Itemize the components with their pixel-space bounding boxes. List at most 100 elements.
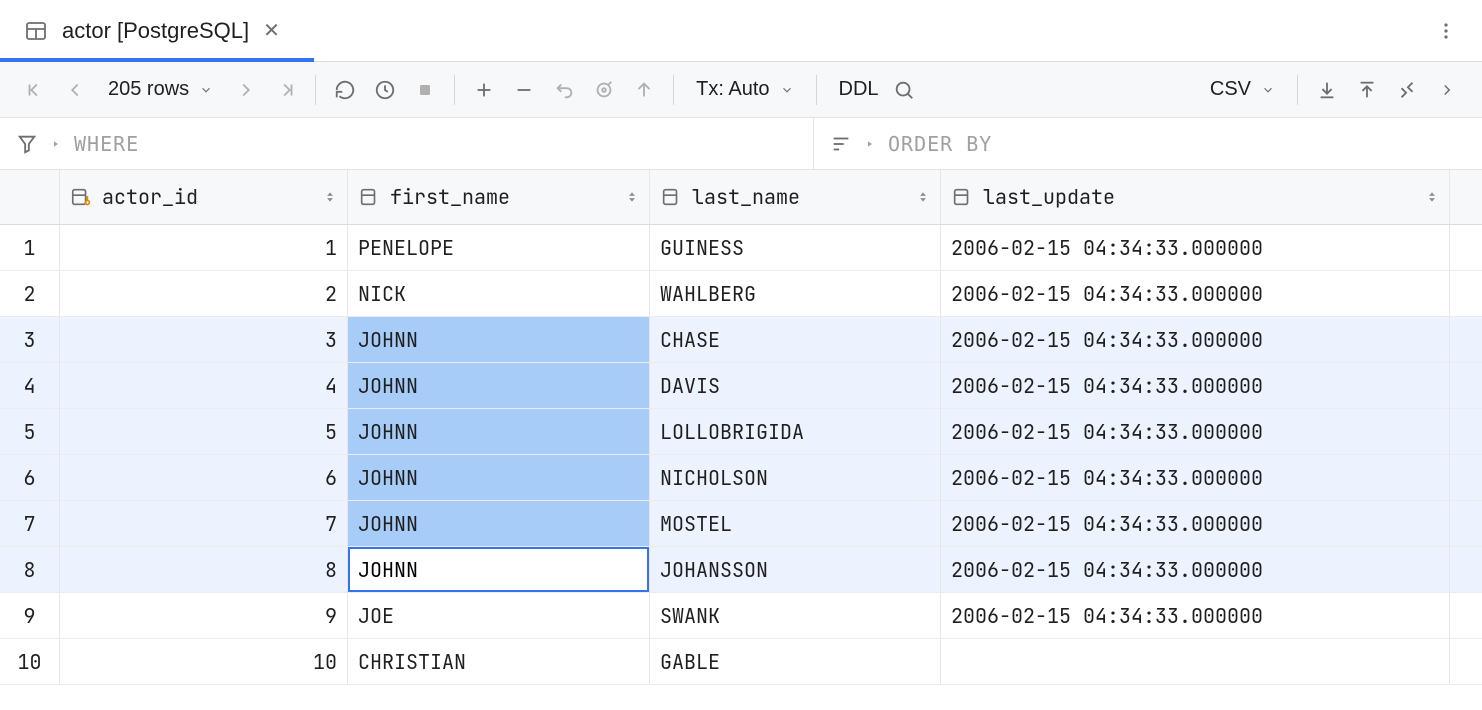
cell-last-name[interactable]: LOLLOBRIGIDA xyxy=(650,409,941,454)
cell-first-name[interactable]: CHRISTIAN xyxy=(348,639,650,684)
cell-last-name[interactable]: MOSTEL xyxy=(650,501,941,546)
cell-last-update[interactable] xyxy=(941,639,1450,684)
column-name: first_name xyxy=(390,184,510,210)
cell-first-name[interactable]: NICK xyxy=(348,271,650,316)
cell-last-name[interactable]: JOHANSSON xyxy=(650,547,941,592)
cell-actor-id[interactable]: 10 xyxy=(60,639,348,684)
row-number[interactable]: 2 xyxy=(0,271,60,316)
ddl-button[interactable]: DDL xyxy=(829,78,881,101)
row-number[interactable]: 9 xyxy=(0,593,60,638)
cell-last-update[interactable]: 2006-02-15 04:34:33.000000 xyxy=(941,271,1450,316)
cell-actor-id[interactable]: 3 xyxy=(60,317,348,362)
preview-changes-button[interactable] xyxy=(587,73,621,107)
cell-last-update[interactable]: 2006-02-15 04:34:33.000000 xyxy=(941,455,1450,500)
table-row[interactable]: 1010CHRISTIANGABLE xyxy=(0,639,1482,685)
cell-first-name[interactable]: JOHNN xyxy=(348,409,650,454)
cell-last-name[interactable]: DAVIS xyxy=(650,363,941,408)
row-count-dropdown[interactable]: 205 rows xyxy=(98,78,223,101)
cell-last-update[interactable]: 2006-02-15 04:34:33.000000 xyxy=(941,501,1450,546)
row-number[interactable]: 7 xyxy=(0,501,60,546)
table-row[interactable]: 55JOHNNLOLLOBRIGIDA2006-02-15 04:34:33.0… xyxy=(0,409,1482,455)
table-row[interactable]: 44JOHNNDAVIS2006-02-15 04:34:33.000000 xyxy=(0,363,1482,409)
cell-first-name[interactable]: JOHNN xyxy=(348,501,650,546)
cell-last-name[interactable]: CHASE xyxy=(650,317,941,362)
cell-last-name[interactable]: GUINESS xyxy=(650,225,941,270)
cell-actor-id[interactable]: 2 xyxy=(60,271,348,316)
cell-first-name[interactable] xyxy=(348,547,650,592)
cell-first-name[interactable]: JOE xyxy=(348,593,650,638)
cell-actor-id[interactable]: 7 xyxy=(60,501,348,546)
tx-mode-dropdown[interactable]: Tx: Auto xyxy=(686,78,803,101)
cell-first-name[interactable]: JOHNN xyxy=(348,363,650,408)
row-number[interactable]: 3 xyxy=(0,317,60,362)
cell-last-update[interactable]: 2006-02-15 04:34:33.000000 xyxy=(941,547,1450,592)
cell-actor-id[interactable]: 4 xyxy=(60,363,348,408)
cell-last-update[interactable]: 2006-02-15 04:34:33.000000 xyxy=(941,317,1450,362)
column-icon xyxy=(358,186,380,208)
cell-last-name[interactable]: GABLE xyxy=(650,639,941,684)
cell-actor-id[interactable]: 8 xyxy=(60,547,348,592)
table-row[interactable]: 22NICKWAHLBERG2006-02-15 04:34:33.000000 xyxy=(0,271,1482,317)
sort-indicator-icon[interactable] xyxy=(1425,188,1439,206)
next-page-button[interactable] xyxy=(229,73,263,107)
cell-actor-id[interactable]: 5 xyxy=(60,409,348,454)
search-button[interactable] xyxy=(887,73,921,107)
first-page-button[interactable] xyxy=(18,73,52,107)
cell-editor-input[interactable] xyxy=(348,547,649,592)
table-row[interactable]: 77JOHNNMOSTEL2006-02-15 04:34:33.000000 xyxy=(0,501,1482,547)
download-button[interactable] xyxy=(1310,73,1344,107)
cell-first-name[interactable]: PENELOPE xyxy=(348,225,650,270)
row-number[interactable]: 4 xyxy=(0,363,60,408)
column-name: last_update xyxy=(983,184,1115,210)
column-header-last-update[interactable]: last_update xyxy=(941,170,1450,224)
cell-spacer xyxy=(1450,225,1482,270)
where-filter[interactable]: WHERE xyxy=(0,118,814,169)
table-row[interactable]: 99JOESWANK2006-02-15 04:34:33.000000 xyxy=(0,593,1482,639)
column-header-first-name[interactable]: first_name xyxy=(348,170,650,224)
cell-last-name[interactable]: WAHLBERG xyxy=(650,271,941,316)
gutter-header[interactable] xyxy=(0,170,60,224)
prev-page-button[interactable] xyxy=(58,73,92,107)
sort-indicator-icon[interactable] xyxy=(625,188,639,206)
delete-row-button[interactable] xyxy=(507,73,541,107)
column-header-last-name[interactable]: last_name xyxy=(650,170,941,224)
cell-last-update[interactable]: 2006-02-15 04:34:33.000000 xyxy=(941,363,1450,408)
cell-first-name[interactable]: JOHNN xyxy=(348,317,650,362)
sort-indicator-icon[interactable] xyxy=(323,188,337,206)
row-number[interactable]: 1 xyxy=(0,225,60,270)
table-row[interactable]: 88 JOHANSSON2006-02-15 04:34:33.000000 xyxy=(0,547,1482,593)
column-header-actor-id[interactable]: actor_id xyxy=(60,170,348,224)
cell-actor-id[interactable]: 9 xyxy=(60,593,348,638)
table-row[interactable]: 33JOHNNCHASE2006-02-15 04:34:33.000000 xyxy=(0,317,1482,363)
last-page-button[interactable] xyxy=(269,73,303,107)
cell-last-name[interactable]: NICHOLSON xyxy=(650,455,941,500)
cell-last-update[interactable]: 2006-02-15 04:34:33.000000 xyxy=(941,409,1450,454)
table-row[interactable]: 11PENELOPEGUINESS2006-02-15 04:34:33.000… xyxy=(0,225,1482,271)
cell-actor-id[interactable]: 1 xyxy=(60,225,348,270)
orderby-filter[interactable]: ORDER BY xyxy=(814,118,1482,169)
cell-first-name[interactable]: JOHNN xyxy=(348,455,650,500)
row-number[interactable]: 10 xyxy=(0,639,60,684)
close-icon[interactable]: ✕ xyxy=(263,18,280,43)
cell-actor-id[interactable]: 6 xyxy=(60,455,348,500)
autoreload-button[interactable] xyxy=(368,73,402,107)
upload-button[interactable] xyxy=(1350,73,1384,107)
row-number[interactable]: 8 xyxy=(0,547,60,592)
cell-last-name[interactable]: SWANK xyxy=(650,593,941,638)
submit-button[interactable] xyxy=(627,73,661,107)
more-button[interactable] xyxy=(1430,73,1464,107)
editor-tab-actor[interactable]: actor [PostgreSQL] ✕ xyxy=(14,0,300,61)
export-format-dropdown[interactable]: CSV xyxy=(1200,78,1285,101)
add-row-button[interactable] xyxy=(467,73,501,107)
revert-button[interactable] xyxy=(547,73,581,107)
stop-button[interactable] xyxy=(408,73,442,107)
row-number[interactable]: 6 xyxy=(0,455,60,500)
cell-last-update[interactable]: 2006-02-15 04:34:33.000000 xyxy=(941,225,1450,270)
cell-last-update[interactable]: 2006-02-15 04:34:33.000000 xyxy=(941,593,1450,638)
sort-indicator-icon[interactable] xyxy=(916,188,930,206)
table-row[interactable]: 66JOHNNNICHOLSON2006-02-15 04:34:33.0000… xyxy=(0,455,1482,501)
row-number[interactable]: 5 xyxy=(0,409,60,454)
reload-button[interactable] xyxy=(328,73,362,107)
tab-menu-button[interactable] xyxy=(1424,0,1468,61)
compare-button[interactable] xyxy=(1390,73,1424,107)
